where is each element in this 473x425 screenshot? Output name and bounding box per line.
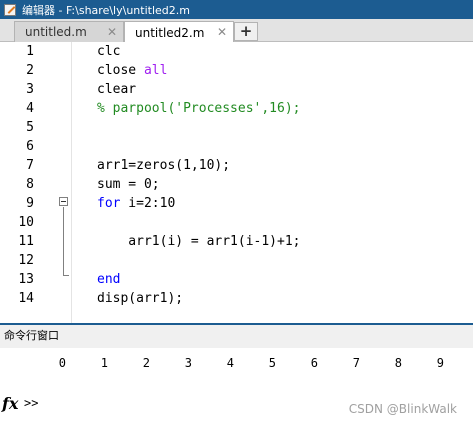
tab-label: untitled.m xyxy=(25,25,87,39)
line-number: 14 xyxy=(18,291,34,306)
code-token: arr1(i) = arr1(i-1)+1; xyxy=(97,234,301,249)
window-titlebar: 编辑器 - F:\share\ly\untitled2.m xyxy=(0,0,473,19)
close-icon[interactable]: ✕ xyxy=(107,25,117,39)
code-token: sum = 0; xyxy=(97,177,160,192)
tab-bar: untitled.m ✕ untitled2.m ✕ + xyxy=(0,19,473,43)
tab-untitled2[interactable]: untitled2.m ✕ xyxy=(124,21,234,43)
editor-app-icon xyxy=(4,3,16,16)
line-number-gutter: 1 2 3 4 5 6 7 8 9 10 11 12 13 14 xyxy=(0,42,55,323)
output-value: 4 xyxy=(226,356,234,370)
fx-icon[interactable]: fx xyxy=(2,394,18,413)
line-number: 5 xyxy=(26,120,34,135)
code-line[interactable]: % parpool('Processes',16); xyxy=(97,99,301,118)
output-value: 2 xyxy=(142,356,150,370)
output-value: 0 xyxy=(58,356,66,370)
line-number: 4 xyxy=(26,101,34,116)
code-line[interactable]: disp(arr1); xyxy=(97,289,183,308)
watermark: CSDN @BlinkWalk xyxy=(348,402,457,416)
line-number: 13 xyxy=(18,272,34,287)
fold-column xyxy=(55,42,71,323)
code-line[interactable]: arr1(i) = arr1(i-1)+1; xyxy=(97,232,301,251)
code-line[interactable]: close all xyxy=(97,61,167,80)
line-number: 2 xyxy=(26,63,34,78)
output-value: 7 xyxy=(352,356,360,370)
output-value: 9 xyxy=(436,356,444,370)
code-token: i=2:10 xyxy=(120,196,176,211)
output-value: 3 xyxy=(184,356,192,370)
line-number: 6 xyxy=(26,139,34,154)
line-number: 8 xyxy=(26,177,34,192)
code-line[interactable]: sum = 0; xyxy=(97,175,160,194)
line-number: 12 xyxy=(18,253,34,268)
line-number: 7 xyxy=(26,158,34,173)
code-token: % parpool('Processes',16); xyxy=(97,101,301,116)
line-number: 1 xyxy=(26,44,34,59)
code-line[interactable]: clc xyxy=(97,42,120,61)
code-line[interactable]: clear xyxy=(97,80,136,99)
close-icon[interactable]: ✕ xyxy=(217,25,227,39)
fold-guide-line xyxy=(63,207,64,275)
code-token: arr1=zeros(1,10); xyxy=(97,158,231,173)
window-title: 编辑器 - F:\share\ly\untitled2.m xyxy=(22,3,190,17)
command-window-header: 命令行窗口 xyxy=(0,323,473,348)
code-line[interactable]: for i=2:10 xyxy=(97,194,175,213)
code-area[interactable]: clc close all clear % parpool('Processes',1… xyxy=(71,42,473,323)
command-window[interactable]: fx >> CSDN @BlinkWalk 0 1 2 3 4 5 6 7 8 9 xyxy=(0,348,473,425)
command-window-title: 命令行窗口 xyxy=(4,329,59,342)
output-value: 1 xyxy=(100,356,108,370)
code-editor[interactable]: 1 2 3 4 5 6 7 8 9 10 11 12 13 14 clc close all clear% p… xyxy=(0,42,473,323)
line-number: 9 xyxy=(26,196,34,211)
fold-collapse-icon[interactable] xyxy=(59,197,68,206)
line-number: 3 xyxy=(26,82,34,97)
fold-guide-end xyxy=(63,275,69,276)
line-number: 11 xyxy=(18,234,34,249)
code-token: end xyxy=(97,272,121,287)
tab-label: untitled2.m xyxy=(135,25,205,40)
code-line[interactable]: arr1=zeros(1,10); xyxy=(97,156,230,175)
output-value: 6 xyxy=(310,356,318,370)
code-token: all xyxy=(143,63,168,78)
code-token: for xyxy=(97,196,121,211)
code-token: clc xyxy=(97,44,121,59)
command-prompt[interactable]: >> xyxy=(24,396,38,410)
line-number: 10 xyxy=(18,215,34,230)
code-token: disp(arr1); xyxy=(97,291,184,306)
code-token: close xyxy=(97,63,144,78)
add-tab-button[interactable]: + xyxy=(234,22,258,41)
code-token: clear xyxy=(97,82,137,97)
output-value: 8 xyxy=(394,356,402,370)
output-value: 5 xyxy=(268,356,276,370)
code-line[interactable]: end xyxy=(97,270,120,289)
tab-untitled[interactable]: untitled.m ✕ xyxy=(14,21,124,42)
